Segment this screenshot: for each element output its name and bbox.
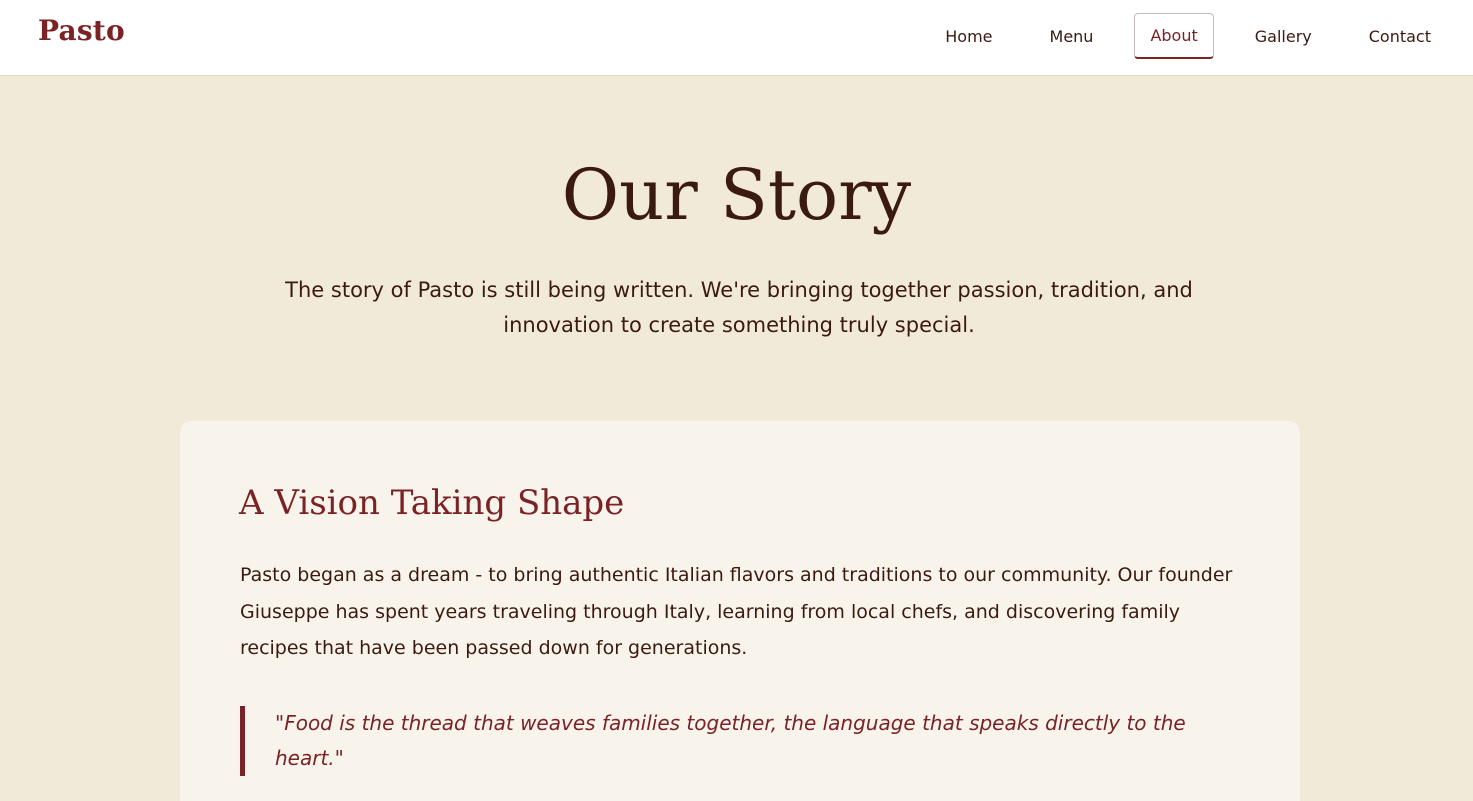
nav-contact[interactable]: Contact bbox=[1353, 13, 1447, 59]
main-nav: Home Menu About Gallery Contact bbox=[904, 12, 1447, 60]
story-card: A Vision Taking Shape Pasto began as a d… bbox=[180, 421, 1300, 801]
nav-home[interactable]: Home bbox=[929, 13, 1008, 59]
nav-menu[interactable]: Menu bbox=[1034, 13, 1110, 59]
page-title: Our Story bbox=[561, 154, 912, 236]
nav-gallery[interactable]: Gallery bbox=[1239, 13, 1328, 59]
story-paragraph: Pasto began as a dream - to bring authen… bbox=[240, 564, 1233, 659]
section-heading: A Vision Taking Shape bbox=[239, 483, 625, 523]
site-header: Pasto Home Menu About Gallery Contact bbox=[0, 0, 1473, 76]
site-logo[interactable]: Pasto bbox=[38, 14, 125, 47]
page-subtitle: The story of Pasto is still being writte… bbox=[285, 278, 1193, 337]
nav-about[interactable]: About bbox=[1134, 13, 1214, 59]
founder-quote: "Food is the thread that weaves families… bbox=[240, 706, 1242, 776]
